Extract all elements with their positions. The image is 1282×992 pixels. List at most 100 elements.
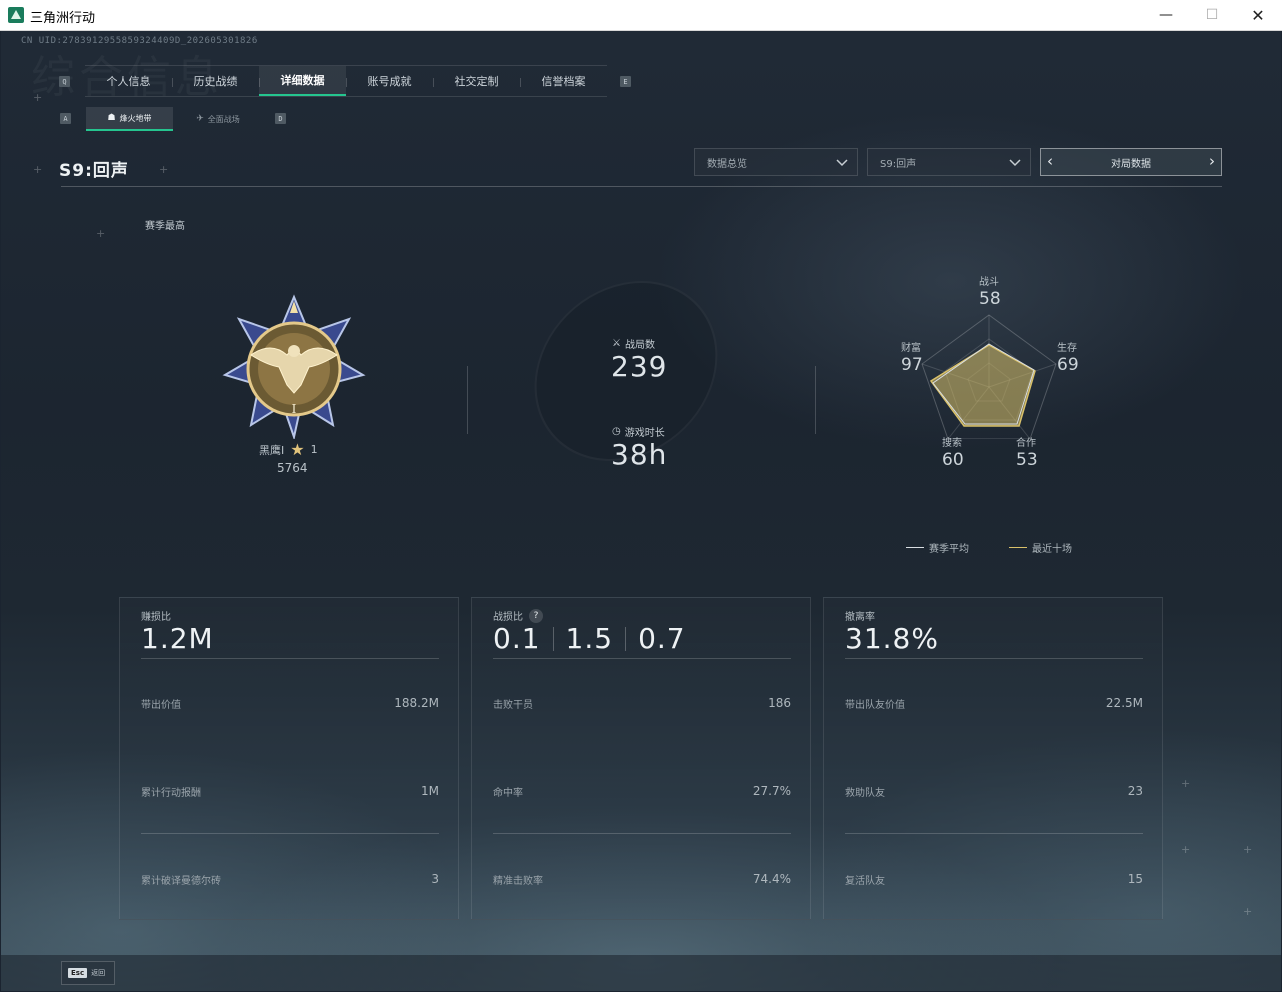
close-button[interactable]: ✕ <box>1235 0 1281 30</box>
next-subtab-key-hint[interactable]: D <box>275 113 286 124</box>
chevron-down-icon <box>835 155 849 172</box>
stat-row-label: 累计行动报酬 <box>141 788 201 799</box>
pager-prev-button[interactable]: ‹ <box>1047 152 1053 170</box>
corner-marker: + <box>1181 777 1191 790</box>
season-best-label: 赛季最高 <box>145 221 185 232</box>
subtab-operations[interactable]: ☗ 烽火地带 <box>86 107 173 131</box>
panel-divider <box>845 833 1143 834</box>
profit-panel: 赚损比 1.2M 带出价值 188.2M 累计行动报酬 1M 累计破译曼德尔砖 … <box>119 597 459 920</box>
value-divider <box>625 626 627 651</box>
next-tab-key-hint[interactable]: E <box>620 76 631 87</box>
panel-divider <box>141 833 439 834</box>
window-title: 三角洲行动 <box>30 11 96 26</box>
profit-value: 1.2M <box>141 622 214 655</box>
prev-subtab-key-hint[interactable]: A <box>60 113 71 124</box>
corner-marker: + <box>33 91 43 104</box>
stat-row-value: 22.5M <box>1105 696 1143 710</box>
stat-row: 救助队友 23 <box>845 784 1143 799</box>
panel-divider <box>141 658 439 659</box>
stat-row: 击败干员 186 <box>493 696 791 711</box>
mode-subtabs: ☗ 烽火地带 ✈ 全面战场 <box>86 107 263 131</box>
subtab-warfare[interactable]: ✈ 全面战场 <box>173 107 263 131</box>
stat-row-label: 带出队友价值 <box>845 700 905 711</box>
radar-search-value: 60 <box>942 450 964 470</box>
back-button[interactable]: Esc 返回 <box>61 961 115 985</box>
panel-divider <box>493 658 791 659</box>
chevron-down-icon <box>1008 155 1022 172</box>
stat-row-value: 188.2M <box>394 696 439 710</box>
legend-season-average-label: 赛季平均 <box>929 544 969 555</box>
rank-points: 5764 <box>277 461 308 475</box>
tab-reputation[interactable]: 信誉档案 <box>520 66 607 96</box>
radar-wealth-label: 财富 <box>901 343 921 354</box>
minimize-button[interactable]: — <box>1143 0 1189 30</box>
tab-match-history[interactable]: 历史战绩 <box>172 66 259 96</box>
help-icon[interactable]: ? <box>529 608 543 623</box>
radar-wealth-value: 97 <box>901 355 923 375</box>
season-dropdown[interactable]: S9:回声 <box>867 148 1031 176</box>
kd-value-1: 0.1 <box>493 622 541 655</box>
corner-marker: + <box>1243 843 1253 856</box>
extraction-panel: 撤离率 31.8% 带出队友价值 22.5M 救助队友 23 复活队友 15 <box>823 597 1163 920</box>
tab-achievements[interactable]: 账号成就 <box>346 66 433 96</box>
kd-values: 0.1 1.5 0.7 <box>493 622 686 655</box>
radar-combat-label: 战斗 <box>979 277 999 288</box>
kd-label: 战损比 <box>493 612 523 623</box>
app-logo-icon <box>8 7 24 23</box>
playtime-value: 38h <box>611 438 668 471</box>
extraction-value: 31.8% <box>845 622 939 655</box>
playtime-label: 游戏时长 <box>624 428 665 439</box>
section-divider <box>467 366 468 434</box>
stat-row-value: 15 <box>1127 872 1143 886</box>
player-uid: CN UID:2783912955859324409D_202605301826 <box>21 36 258 46</box>
extraction-label: 撤离率 <box>845 612 875 623</box>
legend-recent-ten: 最近十场 <box>1009 540 1072 555</box>
stat-row: 带出队友价值 22.5M <box>845 696 1143 711</box>
stat-row: 带出价值 188.2M <box>141 696 439 711</box>
ability-radar-chart <box>921 309 1061 440</box>
section-divider <box>815 366 816 434</box>
season-title: S9:回声 <box>59 161 129 181</box>
legend-swatch <box>1009 547 1027 548</box>
legend-swatch <box>906 547 924 548</box>
stat-row: 复活队友 15 <box>845 872 1143 887</box>
tab-social-customization[interactable]: 社交定制 <box>433 66 520 96</box>
game-screen: 综合信息 CN UID:2783912955859324409D_2026053… <box>1 31 1281 991</box>
corner-marker: + <box>96 227 106 240</box>
data-overview-dropdown-value: 数据总览 <box>707 158 747 170</box>
radar-survival-label: 生存 <box>1057 343 1077 354</box>
rank-stars: 1 <box>310 443 318 456</box>
clock-icon: ◷ <box>612 426 621 437</box>
maximize-button[interactable]: ☐ <box>1189 0 1235 30</box>
pager-next-button[interactable]: › <box>1209 152 1215 170</box>
window-titlebar: 三角洲行动 — ☐ ✕ <box>0 0 1282 31</box>
kd-value-2: 1.5 <box>565 622 614 655</box>
data-overview-dropdown[interactable]: 数据总览 <box>694 148 858 176</box>
svg-text:I: I <box>292 402 297 416</box>
stat-row-label: 带出价值 <box>141 700 181 711</box>
matches-label-row: ⚔ 战局数 <box>612 336 655 351</box>
legend-season-average: 赛季平均 <box>906 540 969 555</box>
stat-row-value: 186 <box>768 696 791 710</box>
tab-detailed-data[interactable]: 详细数据 <box>259 66 346 96</box>
rank-name: 黑鹰I <box>259 443 285 457</box>
crossed-swords-icon: ⚔ <box>612 338 621 349</box>
tab-personal-info[interactable]: 个人信息 <box>85 66 172 96</box>
corner-marker: + <box>33 163 43 176</box>
prev-tab-key-hint[interactable]: Q <box>59 76 70 87</box>
stat-row-label: 精准击败率 <box>493 876 543 887</box>
value-divider <box>552 626 554 651</box>
radar-survival-value: 69 <box>1057 355 1079 375</box>
stat-row: 精准击败率 74.4% <box>493 872 791 887</box>
stat-row-label: 击败干员 <box>493 700 533 711</box>
esc-key-hint: Esc <box>68 968 88 978</box>
corner-marker: + <box>1181 843 1191 856</box>
kd-label-row: 战损比 ? <box>493 608 543 623</box>
stat-row-label: 命中率 <box>493 788 523 799</box>
back-label: 返回 <box>91 969 106 977</box>
stat-row-value: 27.7% <box>752 784 791 798</box>
kd-panel: 战损比 ? 0.1 1.5 0.7 击败干员 186 命中率 27.7% 精准击… <box>471 597 811 920</box>
stat-row-value: 3 <box>431 872 439 886</box>
corner-marker: + <box>159 163 169 176</box>
season-dropdown-value: S9:回声 <box>880 158 917 170</box>
